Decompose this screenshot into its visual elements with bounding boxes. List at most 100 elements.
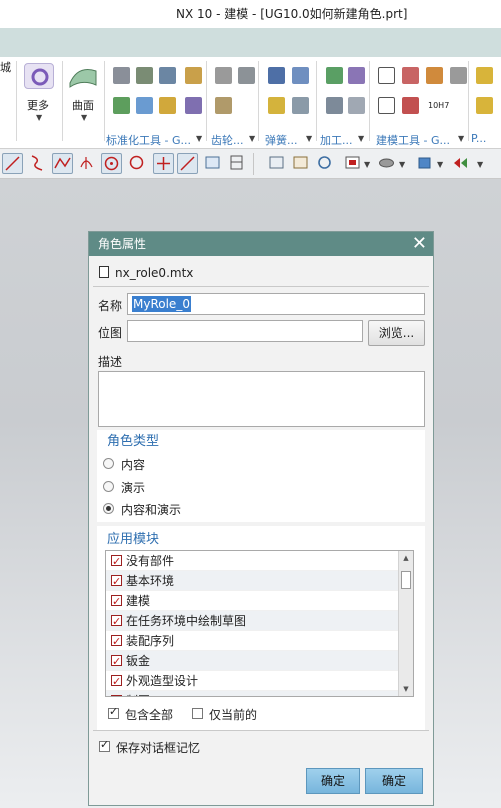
- plus-tool-icon[interactable]: [153, 153, 174, 174]
- more-button[interactable]: 更多: [27, 97, 49, 113]
- machining-tool-3-icon[interactable]: [326, 97, 343, 114]
- list-item[interactable]: 装配序列: [106, 631, 398, 652]
- std-tool-7-icon[interactable]: [159, 97, 176, 114]
- checkbox-checked-icon[interactable]: [111, 572, 122, 592]
- view-tool-2-icon[interactable]: [290, 153, 311, 174]
- spring-tool-4-icon[interactable]: [292, 97, 309, 114]
- gear-tool-2-icon[interactable]: [238, 67, 255, 84]
- machining-tool-2-icon[interactable]: [348, 67, 365, 84]
- std-tool-6-icon[interactable]: [136, 97, 153, 114]
- gear-tool-3-icon[interactable]: [215, 97, 232, 114]
- surface-button[interactable]: 曲面: [72, 97, 94, 113]
- list-item[interactable]: 基本环境: [106, 571, 398, 592]
- list-item[interactable]: 没有部件: [106, 551, 398, 572]
- include-all-label[interactable]: 包含全部: [125, 706, 173, 723]
- view-tool-1-icon[interactable]: [266, 153, 287, 174]
- spring-tool-2-icon[interactable]: [292, 67, 309, 84]
- model-tool-3-icon[interactable]: [426, 67, 443, 84]
- layer-tool-icon[interactable]: [342, 153, 363, 174]
- current-only-checkbox[interactable]: [192, 708, 203, 719]
- spring-tool-1-icon[interactable]: [268, 67, 285, 84]
- model-tool-6-icon[interactable]: [402, 97, 419, 114]
- std-tool-3-icon[interactable]: [159, 67, 176, 84]
- ok-button[interactable]: 确定: [306, 768, 360, 794]
- model-tool-4-icon[interactable]: [450, 67, 467, 84]
- std-tool-2-icon[interactable]: [136, 67, 153, 84]
- model-tool-1-icon[interactable]: [378, 67, 395, 84]
- shading-tool-icon[interactable]: [414, 153, 435, 174]
- radio-content[interactable]: [103, 458, 114, 469]
- more-icon[interactable]: [24, 63, 54, 89]
- list-item[interactable]: 在任务环境中绘制草图: [106, 611, 398, 632]
- window-title: NX 10 - 建模 - [UG10.0如何新建角色.prt]: [0, 0, 501, 28]
- modules-title: 应用模块: [107, 532, 160, 547]
- model-tool-2-icon[interactable]: [402, 67, 419, 84]
- checkbox-checked-icon[interactable]: [111, 692, 122, 696]
- model-tool-5-icon[interactable]: [378, 97, 395, 114]
- bitmap-input[interactable]: [127, 320, 363, 342]
- checkbox-checked-icon[interactable]: [111, 632, 122, 652]
- include-all-checkbox[interactable]: [108, 705, 119, 719]
- list-item[interactable]: 制图: [106, 691, 398, 696]
- apply-button[interactable]: 确定: [365, 768, 423, 794]
- group-spring[interactable]: 弹簧...: [265, 132, 298, 148]
- group-model-tools[interactable]: 建模工具 - G...: [376, 132, 450, 148]
- scroll-up-icon[interactable]: ▲: [399, 551, 413, 565]
- spring-tool-3-icon[interactable]: [268, 97, 285, 114]
- grid-tool-icon[interactable]: [226, 153, 247, 174]
- checkbox-checked-icon[interactable]: [111, 612, 122, 632]
- list-scrollbar[interactable]: ▲ ▼: [398, 551, 413, 696]
- machining-tool-1-icon[interactable]: [326, 67, 343, 84]
- spline-tool-icon[interactable]: [52, 153, 73, 174]
- radio-demo-label[interactable]: 演示: [121, 479, 145, 496]
- close-icon[interactable]: ✕: [412, 232, 427, 256]
- segment-tool-icon[interactable]: [177, 153, 198, 174]
- name-input[interactable]: MyRole_0: [127, 293, 425, 315]
- scroll-down-icon[interactable]: ▼: [399, 682, 413, 696]
- save-memory-checkbox[interactable]: [99, 738, 110, 752]
- circle-tool-icon[interactable]: [126, 153, 147, 174]
- refresh-icon[interactable]: [314, 153, 335, 174]
- radio-content-and-demo[interactable]: [103, 503, 114, 514]
- group-std-tools[interactable]: 标准化工具 - G...: [106, 132, 191, 148]
- gear-tool-1-icon[interactable]: [215, 67, 232, 84]
- dialog-title: 角色属性: [98, 237, 147, 251]
- display-tool-icon[interactable]: [376, 153, 397, 174]
- fit-badge[interactable]: 10H7: [428, 101, 449, 110]
- group-p[interactable]: P...: [471, 132, 486, 145]
- description-field[interactable]: [98, 371, 425, 427]
- checkbox-checked-icon[interactable]: [111, 652, 122, 672]
- std-tool-4-icon[interactable]: [185, 67, 202, 84]
- modules-list[interactable]: 没有部件 基本环境 建模 在任务环境中绘制草图 装配序列 钣金 外观造型设计 制…: [105, 550, 414, 697]
- browse-button[interactable]: 浏览...: [368, 320, 425, 346]
- checkbox-checked-icon[interactable]: [111, 552, 122, 572]
- filter-tool-icon[interactable]: [450, 153, 471, 174]
- surface-icon[interactable]: [68, 63, 98, 89]
- radio-demo[interactable]: [103, 481, 114, 492]
- machining-tool-4-icon[interactable]: [348, 97, 365, 114]
- circle-center-icon[interactable]: [101, 153, 122, 174]
- point-tool-icon[interactable]: [76, 153, 97, 174]
- list-item[interactable]: 钣金: [106, 651, 398, 672]
- group-gear[interactable]: 齿轮...: [211, 132, 244, 148]
- dialog-title-bar: 角色属性 ✕: [89, 232, 433, 256]
- snap-tool-icon[interactable]: [202, 153, 223, 174]
- group-machining[interactable]: 加工...: [320, 132, 353, 148]
- current-only-label[interactable]: 仅当前的: [209, 706, 257, 723]
- checkbox-checked-icon[interactable]: [111, 592, 122, 612]
- list-item[interactable]: 建模: [106, 591, 398, 612]
- ribbon: 城 更多 ▼ 曲面 ▼ 标准化工具 - G... ▼ 齿轮... ▼ 弹簧...…: [0, 57, 501, 149]
- scroll-thumb[interactable]: [401, 571, 411, 589]
- std-tool-8-icon[interactable]: [185, 97, 202, 114]
- radio-content-and-demo-label[interactable]: 内容和演示: [121, 501, 181, 518]
- save-memory-label[interactable]: 保存对话框记忆: [116, 739, 200, 756]
- std-tool-5-icon[interactable]: [113, 97, 130, 114]
- std-tool-1-icon[interactable]: [113, 67, 130, 84]
- p-tool-1-icon[interactable]: [476, 67, 493, 84]
- curve-tool-icon[interactable]: [27, 153, 48, 174]
- checkbox-checked-icon[interactable]: [111, 672, 122, 692]
- radio-content-label[interactable]: 内容: [121, 456, 145, 473]
- list-item[interactable]: 外观造型设计: [106, 671, 398, 692]
- p-tool-2-icon[interactable]: [476, 97, 493, 114]
- line-tool-icon[interactable]: [2, 153, 23, 174]
